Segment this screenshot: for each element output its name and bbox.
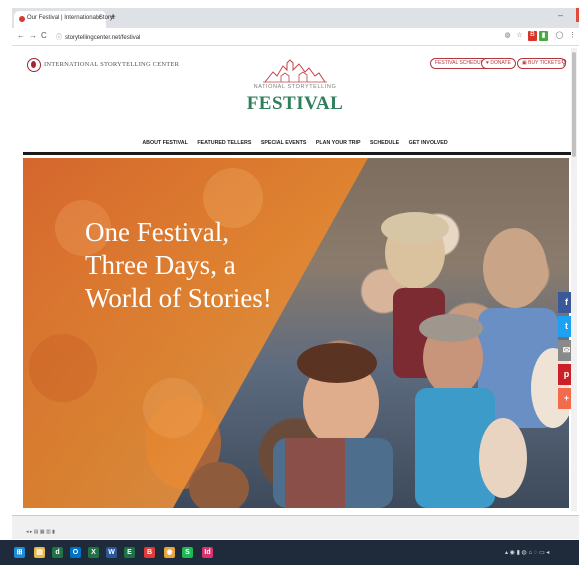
nav-plan-your-trip[interactable]: PLAN YOUR TRIP xyxy=(316,140,361,146)
sheets-icon[interactable]: E xyxy=(124,547,135,558)
browser-menu-icon[interactable]: ⋮ xyxy=(568,31,577,41)
hero-line: Three Days, a xyxy=(85,250,236,280)
back-button[interactable]: ← xyxy=(17,31,25,40)
window-minimize-button[interactable]: – xyxy=(558,10,563,20)
translate-icon[interactable]: ◍ xyxy=(503,31,512,41)
hero-banner: One Festival, Three Days, a World of Sto… xyxy=(23,158,569,508)
background-app-window: ◂ ▸ ▤ ▦ ▥ ▮ xyxy=(12,515,579,539)
isc-logo-icon[interactable] xyxy=(27,58,41,72)
logo-subtitle: NATIONAL STORYTELLING xyxy=(253,84,337,90)
logo-title: FESTIVAL xyxy=(246,93,344,114)
app-d-icon[interactable]: d xyxy=(52,547,63,558)
mountain-town-skyline-icon xyxy=(263,59,327,83)
org-name-link[interactable]: INTERNATIONAL STORYTELLING CENTER xyxy=(44,61,179,68)
indesign-icon[interactable]: Id xyxy=(202,547,213,558)
lock-icon: ⓘ xyxy=(56,35,63,41)
hero-orange-overlay xyxy=(23,158,368,508)
nav-special-events[interactable]: SPECIAL EVENTS xyxy=(261,140,307,146)
extension-green-icon[interactable]: ▮ xyxy=(539,31,548,41)
website-page: INTERNATIONAL STORYTELLING CENTER NATION… xyxy=(15,48,575,511)
background-app-status: ◂ ▸ ▤ ▦ ▥ ▮ xyxy=(26,529,55,535)
hero-line: World of Stories! xyxy=(85,283,272,313)
storytelling-favicon-icon xyxy=(19,16,25,22)
reload-button[interactable]: C xyxy=(41,31,47,40)
nav-featured-tellers[interactable]: FEATURED TELLERS xyxy=(197,140,251,146)
buy-tickets-button[interactable]: ▣ BUY TICKETS xyxy=(517,58,566,69)
nav-schedule[interactable]: SCHEDULE xyxy=(370,140,399,146)
word-icon[interactable]: W xyxy=(106,547,117,558)
outlook-icon[interactable]: O xyxy=(70,547,81,558)
chrome-icon[interactable]: ◉ xyxy=(164,547,175,558)
extension-red-icon[interactable]: B xyxy=(528,31,537,41)
url-text: storytellingcenter.net/festival xyxy=(65,35,141,41)
browser-tab[interactable]: Our Festival | International Storyt ✕ xyxy=(14,11,115,28)
tab-close-icon[interactable]: ✕ xyxy=(96,14,102,22)
forward-button[interactable]: → xyxy=(29,31,37,40)
bookmark-star-icon[interactable]: ☆ xyxy=(515,31,524,41)
new-tab-button[interactable]: + xyxy=(110,12,116,23)
nav-about-festival[interactable]: ABOUT FESTIVAL xyxy=(142,140,188,146)
browser-tab-bar: Our Festival | International Storyt ✕ + … xyxy=(12,8,579,28)
taskbar: ⊞ ▤ d O X W E B ◉ S Id ▴ ◉ ▮ ◍ ⌂ ◌ ▭ ◂ xyxy=(0,540,579,565)
main-navigation: ABOUT FESTIVAL FEATURED TELLERS SPECIAL … xyxy=(15,140,575,150)
excel-icon[interactable]: X xyxy=(88,547,99,558)
donate-button[interactable]: ♥ DONATE xyxy=(481,58,516,69)
nav-get-involved[interactable]: GET INVOLVED xyxy=(409,140,448,146)
spotify-icon[interactable]: S xyxy=(182,547,193,558)
address-bar: ← → C ⓘ storytellingcenter.net/festival ◍… xyxy=(12,28,579,46)
url-field[interactable]: ⓘ storytellingcenter.net/festival xyxy=(56,32,140,41)
hero-headline: One Festival, Three Days, a World of Sto… xyxy=(85,216,315,315)
file-explorer-icon[interactable]: ▤ xyxy=(34,547,45,558)
windows-start-icon[interactable]: ⊞ xyxy=(14,547,25,558)
page-scrollbar-thumb[interactable] xyxy=(572,52,576,157)
nav-divider xyxy=(23,152,575,155)
profile-icon[interactable]: ◯ xyxy=(555,31,564,41)
festival-logo[interactable]: NATIONAL STORYTELLING FESTIVAL xyxy=(245,54,345,126)
system-tray[interactable]: ▴ ◉ ▮ ◍ ⌂ ◌ ▭ ◂ xyxy=(505,549,549,556)
hero-line: One Festival, xyxy=(85,217,229,247)
search-icon[interactable]: ⚲ xyxy=(561,58,567,67)
b-app-icon[interactable]: B xyxy=(144,547,155,558)
